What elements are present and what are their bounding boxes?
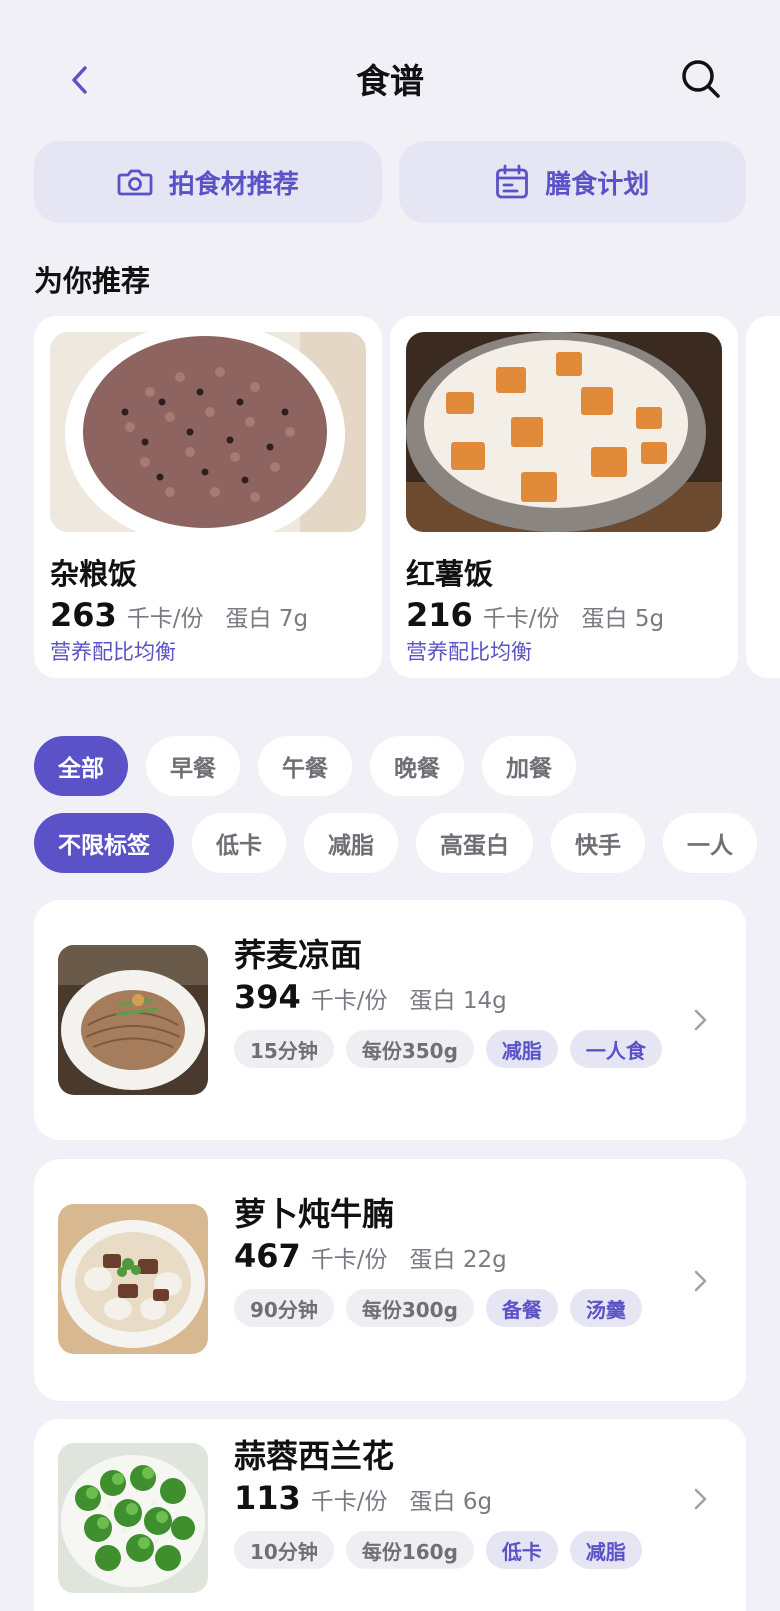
recommend-section-title: 为你推荐 (34, 264, 151, 298)
recipe-title: 蒜蓉西兰花 (234, 1437, 395, 1475)
protein-value: 蛋白 5g (581, 606, 665, 632)
recipe-image (58, 1443, 208, 1593)
search-icon (682, 60, 720, 98)
recipe-title: 萝卜炖牛腩 (234, 1195, 395, 1233)
recipe-stats: 467 千卡/份 蛋白 22g (234, 1237, 507, 1275)
calendar-icon (496, 164, 529, 199)
tag-time: 90分钟 (234, 1289, 334, 1327)
tag-filter-any[interactable]: 不限标签 (34, 813, 174, 873)
protein-value: 蛋白 14g (409, 988, 507, 1014)
tag-label: 汤羹 (569, 1289, 642, 1327)
page-title: 食谱 (356, 62, 424, 102)
tag-filter-high-protein[interactable]: 高蛋白 (416, 813, 533, 873)
tag-filter-quick[interactable]: 快手 (551, 813, 645, 873)
kcal-value: 467 (234, 1237, 301, 1275)
meal-plan-label: 膳食计划 (545, 169, 650, 200)
camera-icon (117, 169, 153, 196)
tag-label: 备餐 (485, 1289, 558, 1327)
food-image (50, 332, 366, 532)
kcal-unit: 千卡/份 (126, 606, 204, 632)
recommend-stats: 216 千卡/份 蛋白 5g (406, 596, 664, 634)
kcal-value: 394 (234, 978, 301, 1016)
meal-filter-dinner[interactable]: 晚餐 (370, 736, 464, 796)
protein-value: 蛋白 22g (409, 1247, 507, 1273)
recipe-card[interactable]: 蒜蓉西兰花 113 千卡/份 蛋白 6g 10分钟 每份160g 低卡 减脂 (34, 1419, 746, 1611)
meal-filter-snack[interactable]: 加餐 (482, 736, 576, 796)
protein-value: 蛋白 6g (409, 1489, 493, 1515)
tag-filter-fat-loss[interactable]: 减脂 (304, 813, 398, 873)
recommend-card[interactable]: 杂粮饭 263 千卡/份 蛋白 7g 营养配比均衡 (34, 316, 382, 678)
meal-filter-all[interactable]: 全部 (34, 736, 128, 796)
meal-filter-row: 全部 早餐 午餐 晚餐 加餐 (34, 736, 576, 796)
kcal-unit: 千卡/份 (482, 606, 560, 632)
recipe-image (58, 945, 208, 1095)
tag-time: 15分钟 (234, 1030, 334, 1068)
tag-filter-row: 不限标签 低卡 减脂 高蛋白 快手 一人 (34, 813, 780, 873)
recommend-card[interactable] (746, 316, 780, 678)
recommend-name: 红薯饭 (406, 557, 494, 591)
chevron-right-icon (694, 1009, 707, 1031)
recipe-card[interactable]: 荞麦凉面 394 千卡/份 蛋白 14g 15分钟 每份350g 减脂 一人食 (34, 900, 746, 1140)
recipe-tags: 10分钟 每份160g 低卡 减脂 (234, 1531, 694, 1569)
recipe-stats: 113 千卡/份 蛋白 6g (234, 1479, 492, 1517)
tag-filter-low-cal[interactable]: 低卡 (192, 813, 286, 873)
recipe-card[interactable]: 萝卜炖牛腩 467 千卡/份 蛋白 22g 90分钟 每份300g 备餐 汤羹 (34, 1159, 746, 1401)
photo-recommend-label: 拍食材推荐 (168, 169, 299, 200)
recipe-stats: 394 千卡/份 蛋白 14g (234, 978, 507, 1016)
kcal-value: 216 (406, 596, 473, 634)
chevron-right-icon (694, 1488, 707, 1510)
recipe-title: 荞麦凉面 (234, 936, 363, 974)
tag-label: 低卡 (485, 1531, 558, 1569)
recommend-note: 营养配比均衡 (50, 640, 176, 664)
quick-actions: 拍食材推荐 膳食计划 (34, 141, 746, 223)
chevron-right-icon (694, 1270, 707, 1292)
tag-filter-single[interactable]: 一人 (663, 813, 757, 873)
tag-portion: 每份350g (345, 1030, 474, 1068)
protein-value: 蛋白 7g (225, 606, 309, 632)
photo-recommend-button[interactable]: 拍食材推荐 (34, 141, 382, 223)
kcal-value: 113 (234, 1479, 301, 1517)
meal-plan-button[interactable]: 膳食计划 (398, 141, 746, 223)
recommend-note: 营养配比均衡 (406, 640, 532, 664)
food-image (406, 332, 722, 532)
kcal-unit: 千卡/份 (310, 988, 388, 1014)
kcal-unit: 千卡/份 (310, 1247, 388, 1273)
recipe-tags: 90分钟 每份300g 备餐 汤羹 (234, 1289, 674, 1327)
header-bar: 食谱 (0, 40, 780, 120)
kcal-unit: 千卡/份 (310, 1489, 388, 1515)
tag-portion: 每份300g (345, 1289, 474, 1327)
recommend-carousel[interactable]: 杂粮饭 263 千卡/份 蛋白 7g 营养配比均衡 红薯饭 216 千卡/份 蛋… (34, 316, 780, 678)
tag-label: 一人食 (569, 1030, 662, 1068)
kcal-value: 263 (50, 596, 117, 634)
recommend-name: 杂粮饭 (50, 557, 138, 591)
tag-label: 减脂 (569, 1531, 642, 1569)
recommend-card[interactable]: 红薯饭 216 千卡/份 蛋白 5g 营养配比均衡 (390, 316, 738, 678)
tag-label: 减脂 (485, 1030, 558, 1068)
search-button[interactable] (676, 54, 726, 104)
recipe-image (58, 1204, 208, 1354)
tag-portion: 每份160g (345, 1531, 474, 1569)
meal-filter-breakfast[interactable]: 早餐 (146, 736, 240, 796)
meal-filter-lunch[interactable]: 午餐 (258, 736, 352, 796)
tag-time: 10分钟 (234, 1531, 334, 1569)
recipe-tags: 15分钟 每份350g 减脂 一人食 (234, 1030, 674, 1068)
recommend-stats: 263 千卡/份 蛋白 7g (50, 596, 308, 634)
